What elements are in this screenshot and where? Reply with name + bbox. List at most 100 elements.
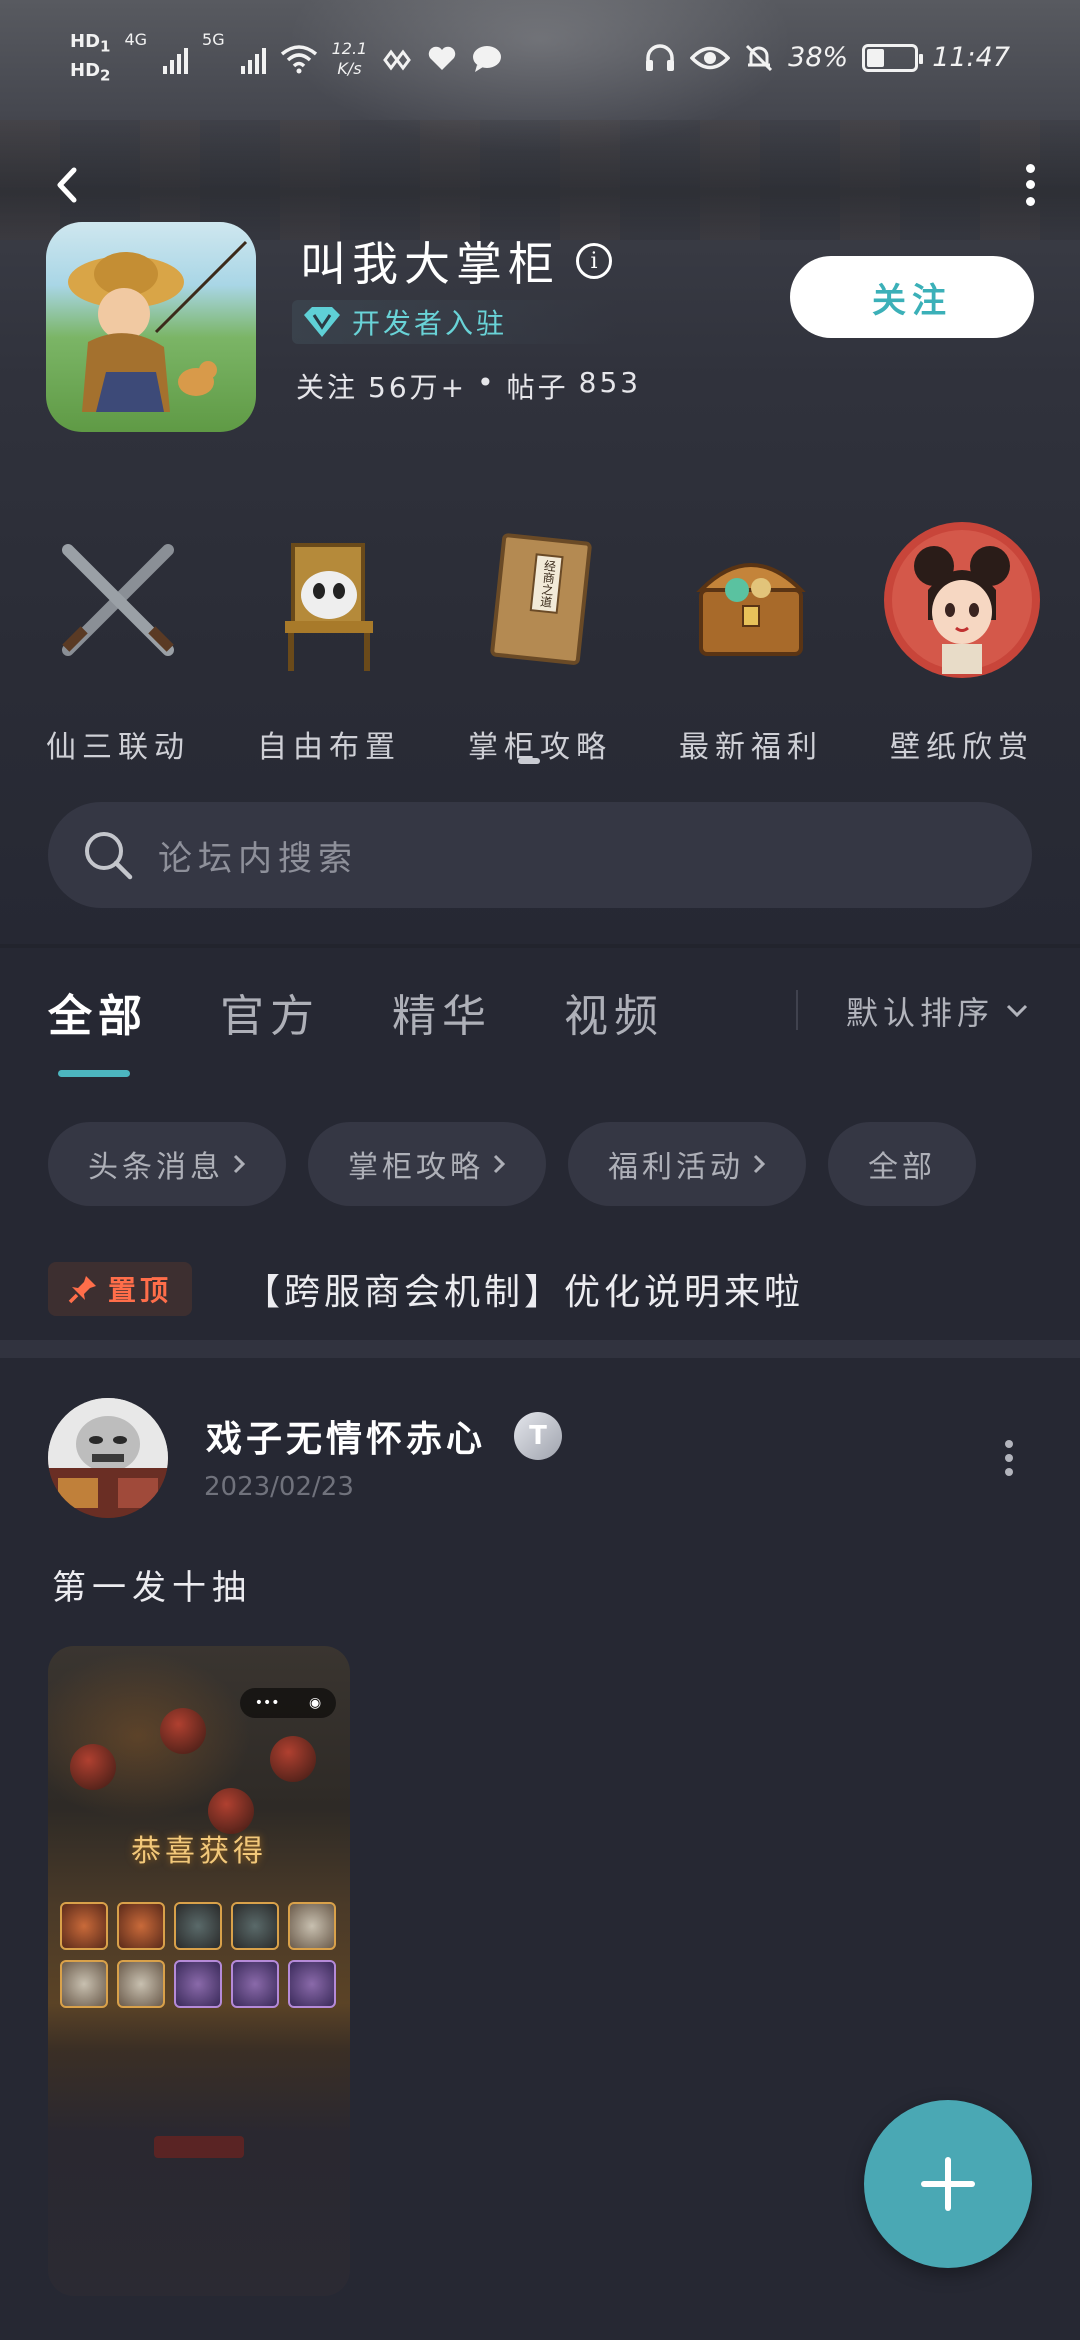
entry-label: 壁纸欣赏 bbox=[890, 730, 1034, 765]
level-badge: T bbox=[514, 1412, 563, 1460]
eye-icon bbox=[690, 46, 731, 69]
followers-label: 关注 bbox=[296, 371, 359, 404]
author-name[interactable]: 戏子无情怀赤心 T bbox=[206, 1410, 563, 1462]
section-divider bbox=[0, 1340, 1080, 1358]
signal-icon bbox=[240, 44, 266, 74]
chip-guides[interactable]: 掌柜攻略 bbox=[308, 1122, 546, 1206]
reward-grid bbox=[60, 1902, 338, 2008]
post-text: 第一发十抽 bbox=[52, 1568, 252, 1608]
tab-video[interactable]: 视频 bbox=[564, 980, 664, 1044]
battery-level bbox=[867, 48, 885, 67]
tab-featured[interactable]: 精华 bbox=[392, 980, 492, 1044]
entry-free-layout[interactable]: 自由布置 bbox=[229, 520, 429, 766]
pin-icon bbox=[68, 1276, 96, 1304]
miniprogram-capsule: ••• ◉ bbox=[240, 1688, 336, 1718]
girl-portrait-icon bbox=[882, 520, 1042, 680]
chevron-right-icon bbox=[753, 1154, 766, 1174]
battery-percent: 38% bbox=[788, 42, 849, 73]
entry-label: 自由布置 bbox=[257, 730, 401, 765]
back-button[interactable] bbox=[44, 160, 94, 210]
status-right: 38% 11:47 bbox=[644, 42, 1010, 73]
reward-item bbox=[60, 1960, 108, 2008]
entry-label: 掌柜攻略 bbox=[468, 730, 612, 765]
meme-face-avatar bbox=[48, 1398, 168, 1518]
image-confirm-button bbox=[154, 2136, 244, 2158]
pinned-tag: 置顶 bbox=[48, 1262, 193, 1316]
more-options-button[interactable] bbox=[1018, 160, 1042, 210]
image-caption: 恭喜获得 bbox=[131, 1834, 267, 1869]
hd-label: HD bbox=[70, 31, 101, 52]
tab-separator bbox=[796, 990, 798, 1030]
network-type-2: 5G bbox=[202, 30, 225, 49]
info-icon[interactable]: i bbox=[576, 243, 612, 279]
pinned-post[interactable]: 置顶 【跨服商会机制】优化说明来啦 bbox=[48, 1262, 804, 1316]
reward-item bbox=[231, 1902, 279, 1950]
headphones-icon bbox=[646, 43, 675, 71]
entry-latest-benefits[interactable]: 最新福利 bbox=[651, 520, 851, 766]
reward-item bbox=[288, 1902, 336, 1950]
clock: 11:47 bbox=[932, 42, 1010, 73]
followers-count: 56万+ bbox=[368, 371, 468, 404]
divider bbox=[0, 944, 1080, 948]
game-stats: 关注 56万+ • 帖子 853 bbox=[296, 366, 641, 406]
reward-item bbox=[174, 1902, 222, 1950]
pinned-tag-label: 置顶 bbox=[108, 1274, 173, 1307]
page-indicator bbox=[518, 758, 540, 764]
entry-wallpapers[interactable]: 壁纸欣赏 bbox=[862, 520, 1062, 766]
chip-label: 头条消息 bbox=[88, 1150, 224, 1185]
message-icon bbox=[473, 45, 502, 72]
plus-icon bbox=[921, 2157, 975, 2211]
image-orb bbox=[70, 1744, 116, 1790]
image-orb bbox=[270, 1736, 316, 1782]
reward-item bbox=[117, 1960, 165, 2008]
hd-label: HD bbox=[70, 59, 101, 81]
network-type-1: 4G bbox=[124, 30, 148, 49]
tab-official[interactable]: 官方 bbox=[220, 980, 320, 1044]
follow-button[interactable]: 关注 bbox=[790, 256, 1034, 338]
mute-bell-icon bbox=[746, 44, 773, 71]
create-post-button[interactable] bbox=[864, 2100, 1032, 2268]
post-more-button[interactable] bbox=[1002, 1440, 1016, 1476]
app-notification-icon bbox=[383, 49, 412, 71]
reward-item bbox=[288, 1960, 336, 2008]
reward-item bbox=[60, 1902, 108, 1950]
game-title-text: 叫我大掌柜 bbox=[300, 237, 560, 291]
reward-item bbox=[174, 1960, 222, 2008]
tab-all[interactable]: 全部 bbox=[48, 980, 148, 1044]
wifi-icon bbox=[280, 44, 317, 74]
chip-all[interactable]: 全部 bbox=[828, 1122, 976, 1206]
posts-label: 帖子 bbox=[506, 371, 569, 404]
sim1-index: 1 bbox=[100, 37, 111, 56]
entry-xiansan-collab[interactable]: 仙三联动 bbox=[18, 520, 218, 766]
forum-search-input[interactable]: 论坛内搜索 bbox=[48, 802, 1032, 908]
tab-bar: 全部 官方 精华 视频 bbox=[48, 980, 664, 1044]
chevron-left-icon bbox=[57, 167, 77, 203]
chevron-down-icon bbox=[1006, 1004, 1028, 1018]
developer-badge-label: 开发者入驻 bbox=[352, 307, 508, 340]
game-title: 叫我大掌柜 i bbox=[300, 228, 612, 294]
author-avatar[interactable] bbox=[48, 1398, 168, 1518]
chip-label: 福利活动 bbox=[608, 1150, 744, 1185]
category-chips: 头条消息 掌柜攻略 福利活动 全部 bbox=[48, 1122, 976, 1206]
entry-shopkeeper-guide[interactable]: 经商之道 掌柜攻略 bbox=[440, 520, 640, 766]
hd-indicator: HD1 HD2 bbox=[70, 30, 110, 87]
chevron-right-icon bbox=[493, 1154, 506, 1174]
heart-icon bbox=[429, 46, 456, 70]
post-date: 2023/02/23 bbox=[204, 1472, 354, 1502]
reward-item bbox=[231, 1960, 279, 2008]
chair-icon bbox=[249, 520, 409, 680]
stats-separator: • bbox=[477, 366, 497, 399]
chip-label: 掌柜攻略 bbox=[348, 1150, 484, 1185]
developer-badge[interactable]: 开发者入驻 bbox=[292, 300, 618, 344]
chip-events[interactable]: 福利活动 bbox=[568, 1122, 806, 1206]
search-icon bbox=[85, 832, 133, 880]
quick-entries: 仙三联动 自由布置 经商之道 掌柜攻略 最新福利 壁纸欣赏 bbox=[0, 520, 1080, 766]
treasure-chest-icon bbox=[671, 520, 831, 680]
signal-icon bbox=[163, 44, 189, 74]
post-image[interactable]: ••• ◉ 恭喜获得 bbox=[48, 1646, 350, 2296]
sort-dropdown[interactable]: 默认排序 bbox=[846, 988, 1028, 1034]
active-tab-indicator bbox=[58, 1070, 130, 1077]
sim2-index: 2 bbox=[100, 66, 111, 85]
chip-headlines[interactable]: 头条消息 bbox=[48, 1122, 286, 1206]
image-orb bbox=[160, 1708, 206, 1754]
